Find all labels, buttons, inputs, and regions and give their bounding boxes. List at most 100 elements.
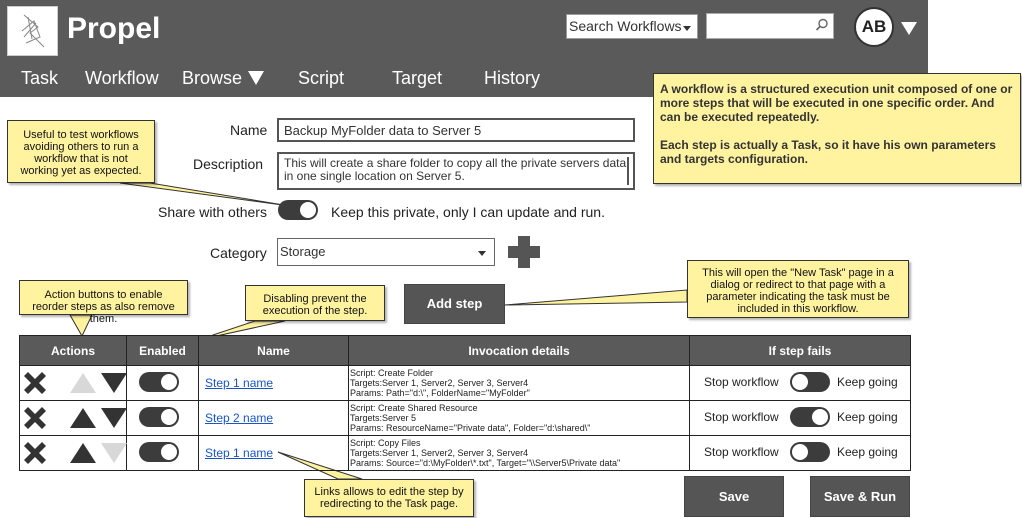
invocation-script: Script: Create Folder (350, 368, 434, 378)
enabled-cell (126, 435, 199, 471)
enabled-cell-inner (127, 366, 198, 400)
invocation-details: Script: Create Folder Targets:Server 1, S… (349, 368, 689, 398)
invocation-cell: Script: Create Folder Targets:Server 1, S… (348, 365, 690, 401)
user-menu-chevron-icon[interactable] (901, 22, 917, 35)
table-header-row: Actions Enabled Name Invocation details … (19, 335, 911, 366)
toggle-knob (812, 409, 828, 425)
remove-step-x-icon[interactable] (24, 407, 46, 429)
steps-table: Actions Enabled Name Invocation details … (19, 335, 911, 471)
links-help-note: Links allows to edit the step by redirec… (304, 479, 474, 517)
nav-item-history[interactable]: History (484, 68, 540, 89)
nav-item-target[interactable]: Target (392, 68, 442, 89)
move-up-arrow-icon[interactable] (70, 443, 96, 463)
nav-item-task[interactable]: Task (21, 68, 58, 89)
step-enabled-toggle[interactable] (139, 407, 179, 427)
stop-workflow-label: Stop workflow (704, 445, 779, 459)
name-cell: Step 2 name (198, 400, 349, 436)
if-fails-cell: Stop workflow Keep going (689, 365, 911, 401)
invocation-params: Params: ResourceName="Private data", Fol… (350, 423, 591, 433)
actions-cell-inner (20, 366, 127, 400)
search-scope-value: Search Workflows (569, 18, 682, 34)
invocation-params: Params: Path="d:\", FolderName="MyFolder… (350, 388, 530, 398)
remove-step-x-icon[interactable] (24, 442, 46, 464)
invocation-targets: Targets:Server 5 (350, 413, 417, 423)
col-header-if-fails: If step fails (689, 335, 911, 366)
workflow-help-text-2: Each step is actually a Task, so it have… (660, 138, 996, 166)
description-field[interactable]: This will create a share folder to copy … (277, 152, 635, 190)
step-name-link[interactable]: Step 2 name (205, 411, 273, 425)
toggle-knob (300, 202, 316, 218)
remove-step-x-icon[interactable] (24, 372, 46, 394)
disabling-help-note: Disabling prevent the execution of the s… (245, 285, 385, 321)
toggle-knob (792, 374, 808, 390)
save-button[interactable]: Save (684, 476, 784, 517)
add-step-button[interactable]: Add step (404, 284, 505, 324)
category-label: Category (210, 245, 267, 261)
nav-item-browse-label: Browse (182, 68, 243, 88)
share-label: Share with others (158, 204, 267, 220)
toggle-knob (792, 444, 808, 460)
keep-going-label: Keep going (837, 410, 898, 424)
step-enabled-toggle[interactable] (139, 372, 179, 392)
move-down-arrow-icon[interactable] (101, 408, 127, 428)
move-up-arrow-icon[interactable] (70, 373, 96, 393)
name-cell: Step 1 name (198, 435, 349, 471)
invocation-script: Script: Copy Files (350, 438, 421, 448)
search-icon[interactable] (815, 18, 829, 32)
add-category-plus-icon[interactable] (508, 236, 540, 268)
enabled-cell-inner (127, 436, 198, 470)
workflow-help-text: A workflow is a structured execution uni… (660, 82, 1013, 124)
step-name-link[interactable]: Step 1 name (205, 376, 273, 390)
col-header-actions: Actions (19, 335, 127, 366)
app-logo[interactable] (7, 6, 58, 56)
table-row: Step 1 name Script: Create Folder Targets:… (19, 365, 911, 401)
category-select[interactable]: Storage (277, 238, 495, 266)
if-fails-cell-inner: Stop workflow Keep going (690, 436, 910, 470)
keep-going-label: Keep going (837, 445, 898, 459)
if-fails-cell-inner: Stop workflow Keep going (690, 401, 910, 435)
table-row: Step 2 name Script: Create Shared Resourc… (19, 400, 911, 436)
enabled-cell-inner (127, 401, 198, 435)
app-title: Propel (67, 12, 161, 45)
nav-item-workflow[interactable]: Workflow (85, 68, 159, 89)
move-down-arrow-icon[interactable] (101, 373, 127, 393)
actions-cell-inner (20, 436, 127, 470)
invocation-params: Params: Source="d:\MyFolder\*.txt", Targ… (350, 458, 621, 468)
if-fails-toggle[interactable] (790, 407, 830, 427)
logo-icon (21, 14, 45, 48)
name-field[interactable]: Backup MyFolder data to Server 5 (277, 118, 635, 142)
search-scope-select[interactable]: Search Workflows (566, 14, 698, 39)
move-down-arrow-icon[interactable] (101, 443, 127, 463)
stop-workflow-label: Stop workflow (704, 375, 779, 389)
if-fails-toggle[interactable] (790, 442, 830, 462)
toggle-knob (161, 409, 177, 425)
chevron-down-icon (478, 251, 486, 256)
search-input[interactable] (706, 13, 834, 39)
invocation-cell: Script: Copy Files Targets:Server 1, Serv… (348, 435, 690, 471)
user-avatar[interactable]: AB (854, 7, 894, 47)
chevron-down-icon (248, 71, 265, 85)
nav-item-script[interactable]: Script (298, 68, 344, 89)
share-toggle[interactable] (278, 200, 318, 220)
invocation-targets: Targets:Server 1, Server2, Server 3, Ser… (350, 378, 529, 388)
step-enabled-toggle[interactable] (139, 442, 179, 462)
actions-cell (19, 365, 127, 401)
if-fails-cell-inner: Stop workflow Keep going (690, 366, 910, 400)
description-scrollbar[interactable] (627, 157, 629, 185)
actions-note-pointer (69, 314, 93, 338)
share-help-note: Useful to test workflows avoiding others… (7, 120, 155, 183)
actions-help-note: Action buttons to enable reorder steps a… (19, 280, 188, 325)
invocation-cell: Script: Create Shared Resource Targets:Se… (348, 400, 690, 436)
toggle-knob (161, 374, 177, 390)
table-row: Step 1 name Script: Copy Files Targets:Ser… (19, 435, 911, 471)
new-task-help-note: This will open the "New Task" page in a … (687, 260, 909, 318)
enabled-cell (126, 400, 199, 436)
nav-item-browse[interactable]: Browse (182, 68, 265, 89)
share-note-pointer (119, 182, 291, 207)
save-run-button[interactable]: Save & Run (810, 476, 910, 517)
move-up-arrow-icon[interactable] (70, 408, 96, 428)
enabled-cell (126, 365, 199, 401)
step-name-link[interactable]: Step 1 name (205, 446, 273, 460)
name-label: Name (230, 122, 268, 138)
if-fails-toggle[interactable] (790, 372, 830, 392)
